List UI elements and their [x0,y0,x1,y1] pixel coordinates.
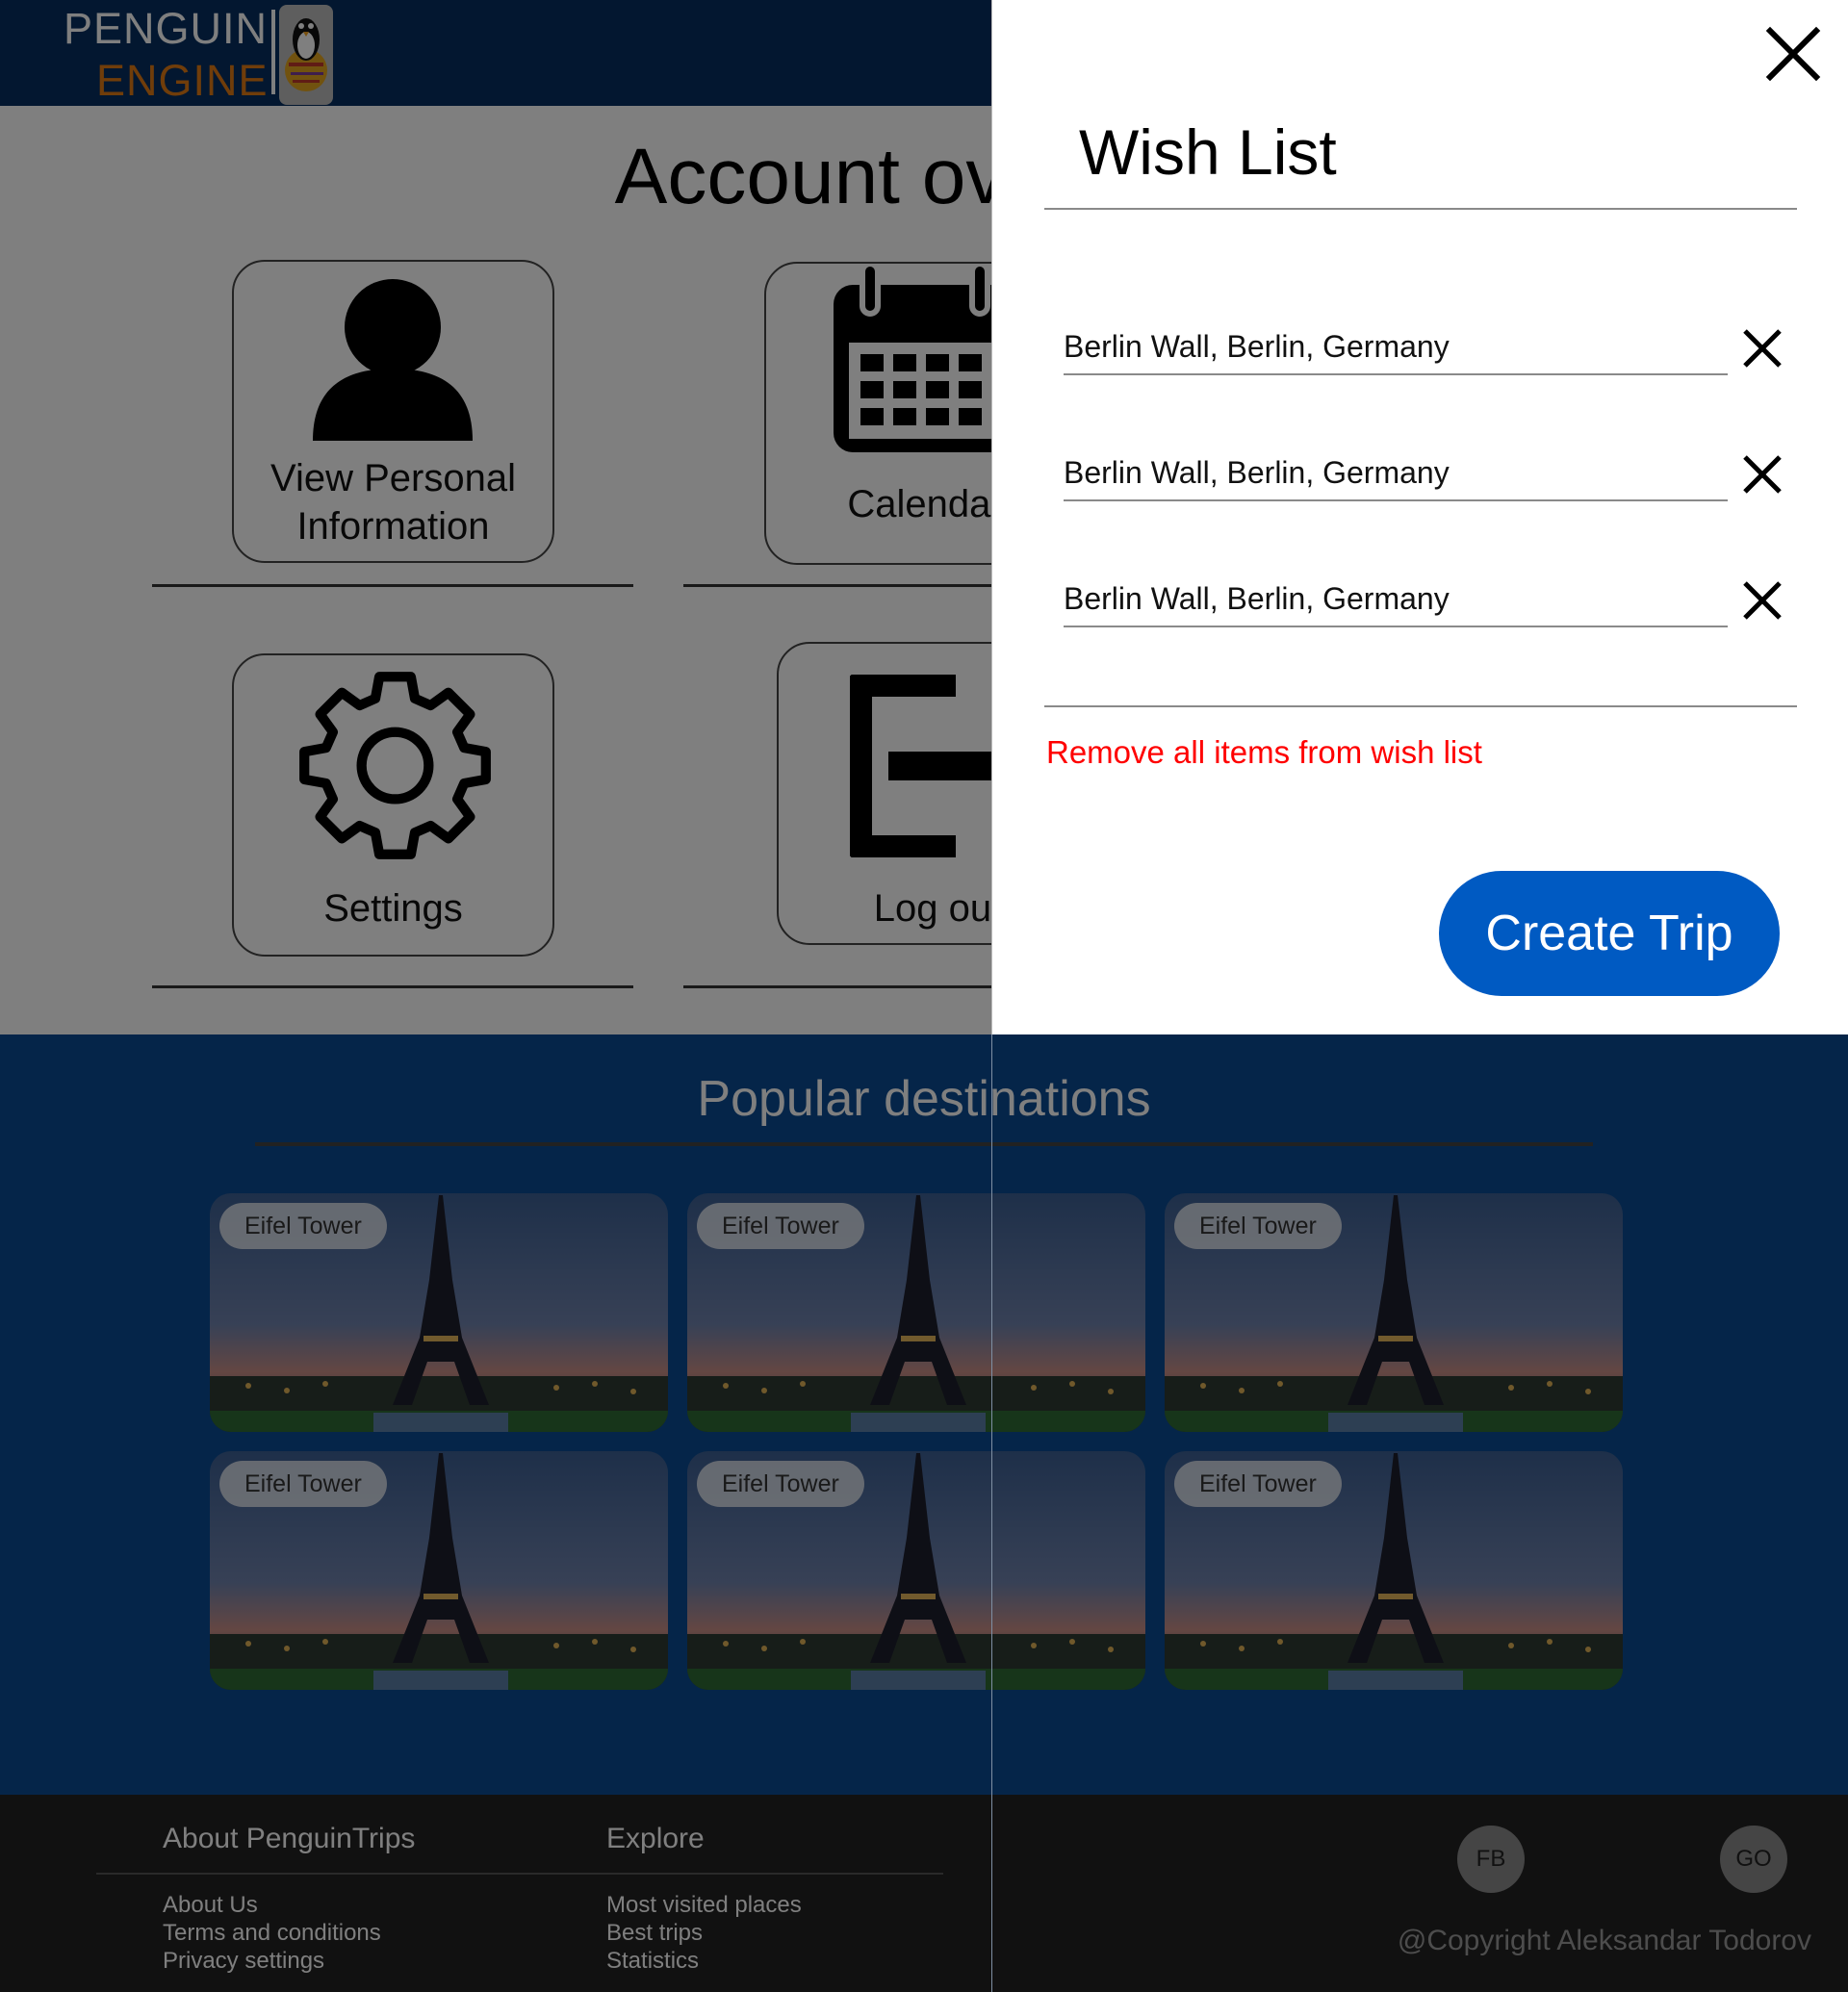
wish-list-item: Berlin Wall, Berlin, Germany [1064,448,1728,501]
remove-item-icon[interactable] [1739,325,1785,371]
wish-list-item: Berlin Wall, Berlin, Germany [1064,575,1728,627]
remove-item-icon[interactable] [1739,577,1785,624]
drawer-title: Wish List [1079,116,1337,188]
wish-list-item-text: Berlin Wall, Berlin, Germany [1064,581,1450,616]
list-divider [1044,705,1797,707]
wish-list-drawer: Wish List Berlin Wall, Berlin, Germany B… [991,0,1848,1034]
wish-list-item: Berlin Wall, Berlin, Germany [1064,322,1728,375]
create-trip-button[interactable]: Create Trip [1439,871,1780,996]
drawer-edge-line [991,1034,992,1992]
wish-list-item-text: Berlin Wall, Berlin, Germany [1064,455,1450,490]
remove-all-link[interactable]: Remove all items from wish list [1046,731,1482,774]
remove-item-icon[interactable] [1739,451,1785,498]
wish-list-item-text: Berlin Wall, Berlin, Germany [1064,329,1450,364]
page: PENGUIN ENGINE Account overview [0,0,1848,1992]
title-divider [1044,208,1797,210]
close-icon[interactable] [1762,23,1824,85]
